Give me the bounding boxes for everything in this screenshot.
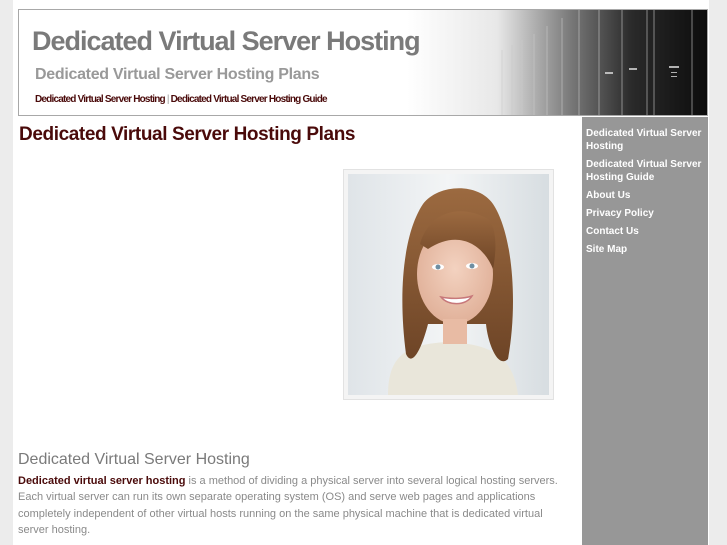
main-content: Dedicated Virtual Server Hosting Plans D…	[13, 117, 582, 545]
section-body: Dedicated virtual server hosting is a me…	[18, 473, 573, 538]
sidebar-item: Site Map	[586, 243, 704, 256]
site-subtitle: Dedicated Virtual Server Hosting Plans	[35, 66, 320, 83]
smiling-woman-photo	[348, 174, 549, 395]
sidebar-link-guide[interactable]: Dedicated Virtual Server Hosting Guide	[586, 158, 704, 184]
sidebar-link-contact[interactable]: Contact Us	[586, 225, 704, 238]
server-racks-image	[407, 10, 707, 115]
photo-frame	[343, 169, 554, 400]
sidebar-item: Privacy Policy	[586, 207, 704, 220]
sidebar-item: About Us	[586, 189, 704, 202]
page-container: Dedicated Virtual Server Hosting Dedicat…	[13, 0, 709, 545]
sidebar-link-about[interactable]: About Us	[586, 189, 704, 202]
sidebar: Dedicated Virtual Server Hosting Dedicat…	[582, 117, 708, 545]
header-nav-link-hosting[interactable]: Dedicated Virtual Server Hosting	[35, 94, 166, 105]
section-heading: Dedicated Virtual Server Hosting	[18, 451, 250, 468]
nav-separator: |	[166, 94, 170, 105]
sidebar-link-privacy[interactable]: Privacy Policy	[586, 207, 704, 220]
header-nav-link-guide[interactable]: Dedicated Virtual Server Hosting Guide	[171, 94, 328, 105]
page-title: Dedicated Virtual Server Hosting Plans	[19, 124, 356, 145]
header-nav: Dedicated Virtual Server Hosting | Dedicat…	[35, 94, 328, 105]
sidebar-link-hosting[interactable]: Dedicated Virtual Server Hosting	[586, 127, 704, 153]
sidebar-item: Contact Us	[586, 225, 704, 238]
site-header: Dedicated Virtual Server Hosting Dedicat…	[18, 9, 708, 116]
sidebar-menu: Dedicated Virtual Server Hosting Dedicat…	[582, 117, 708, 256]
site-title[interactable]: Dedicated Virtual Server Hosting	[32, 26, 421, 57]
lead-keyword: Dedicated virtual server hosting	[18, 475, 186, 487]
sidebar-link-sitemap[interactable]: Site Map	[586, 243, 704, 256]
sidebar-item: Dedicated Virtual Server Hosting Guide	[586, 158, 704, 184]
sidebar-item: Dedicated Virtual Server Hosting	[586, 127, 704, 153]
